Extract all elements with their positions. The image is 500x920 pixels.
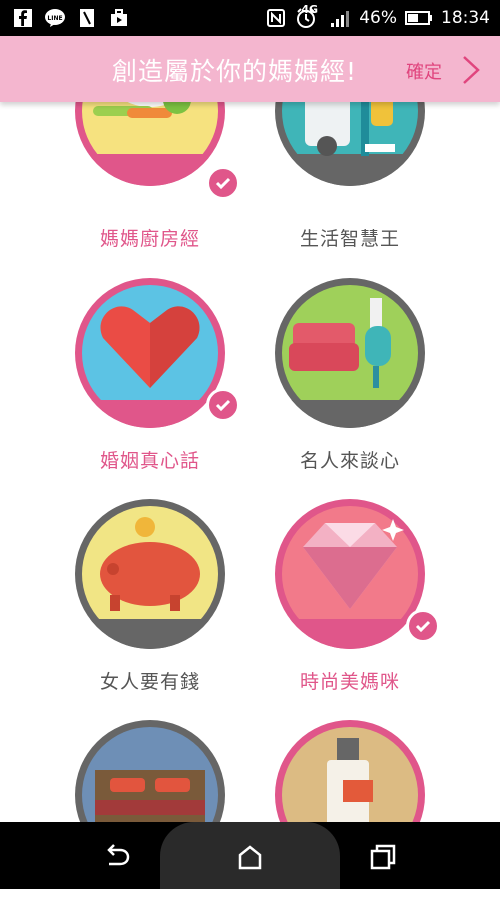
- category-marriage[interactable]: 婚姻真心話: [50, 278, 250, 478]
- system-nav-bar: [0, 822, 500, 889]
- category-grid: 媽媽廚房經 生活智慧王 婚姻真心話 名人來談心 女人要有錢 時尚美媽咪: [0, 0, 500, 889]
- category-label: 時尚美媽咪: [299, 671, 400, 693]
- marriage-image: [75, 278, 225, 428]
- page-title: 創造屬於你的媽媽經!: [112, 57, 358, 86]
- chevron-right-icon[interactable]: [460, 54, 484, 86]
- recent-apps-icon[interactable]: [368, 842, 398, 872]
- line-icon: LINE: [44, 7, 66, 29]
- facebook-icon: [12, 7, 34, 29]
- category-health[interactable]: [250, 720, 450, 920]
- home-icon[interactable]: [235, 842, 265, 872]
- signal-icon: [325, 7, 351, 29]
- clock: 18:34: [441, 8, 490, 28]
- category-label: 婚姻真心話: [99, 450, 200, 472]
- diamond-illustration: [275, 506, 425, 649]
- celebrity-image: [275, 278, 425, 428]
- battery-icon: [405, 7, 433, 29]
- heart-illustration: [75, 285, 225, 428]
- network-type: 4G: [301, 3, 318, 16]
- category-label: 媽媽廚房經: [99, 228, 200, 250]
- category-celebrity-talk[interactable]: 名人來談心: [250, 278, 450, 478]
- briefcase-icon: [108, 7, 130, 29]
- category-label: 女人要有錢: [99, 671, 200, 693]
- status-bar: LINE 4G 46% 18:34: [0, 0, 500, 36]
- fashion-image: [275, 499, 425, 649]
- category-money[interactable]: 女人要有錢: [50, 499, 250, 699]
- svg-text:LINE: LINE: [47, 15, 62, 22]
- app-header: 創造屬於你的媽媽經! 確定: [0, 36, 500, 102]
- money-image: [75, 499, 225, 649]
- category-home[interactable]: [50, 720, 250, 920]
- category-label: 生活智慧王: [299, 228, 400, 250]
- battery-percent: 46%: [359, 8, 397, 28]
- check-icon: [206, 388, 240, 422]
- confirm-button[interactable]: 確定: [406, 58, 442, 84]
- category-fashion[interactable]: 時尚美媽咪: [250, 499, 450, 699]
- nfc-icon: [265, 7, 287, 29]
- back-icon[interactable]: [102, 842, 132, 872]
- category-label: 名人來談心: [299, 450, 400, 472]
- piggy-bank-illustration: [75, 506, 225, 649]
- check-icon: [206, 166, 240, 200]
- note-icon: [76, 7, 98, 29]
- check-icon: [406, 609, 440, 643]
- sofa-microphone-illustration: [275, 285, 425, 428]
